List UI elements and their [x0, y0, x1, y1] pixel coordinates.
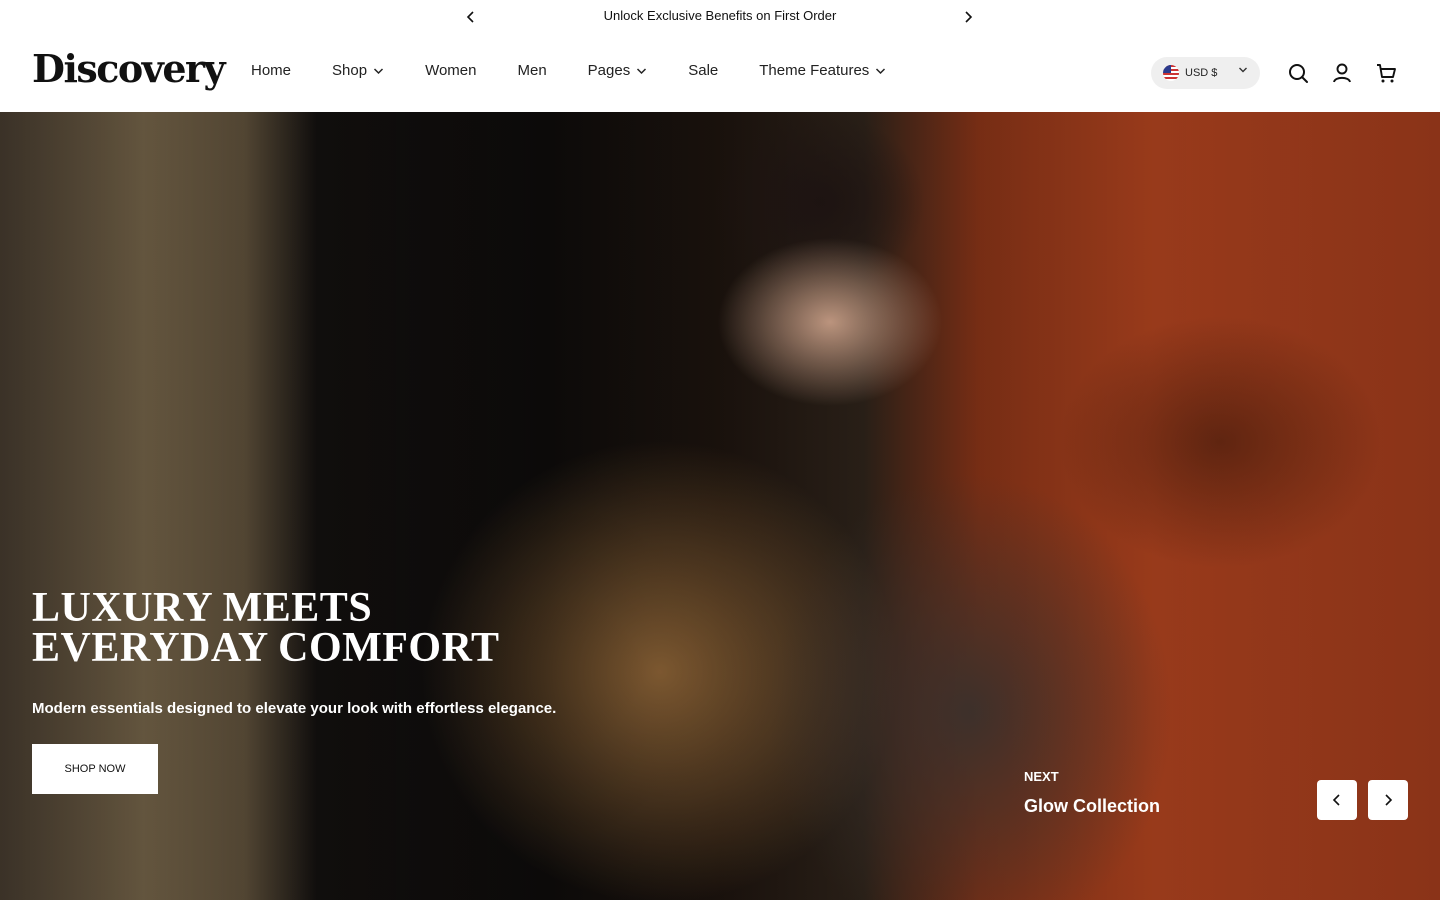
currency-selector[interactable]: USD $ — [1151, 57, 1260, 89]
nav-item-women[interactable]: Women — [425, 62, 476, 79]
currency-label: USD $ — [1185, 67, 1218, 79]
nav-item-label: Home — [251, 62, 292, 79]
next-slide-preview[interactable]: NEXT Glow Collection — [1024, 769, 1160, 817]
nav-item-shop[interactable]: Shop — [332, 62, 384, 79]
nav-item-pages[interactable]: Pages — [588, 62, 648, 79]
announcement-bar: Unlock Exclusive Benefits on First Order — [0, 0, 1440, 34]
cart-icon — [1377, 64, 1396, 83]
hero-title: LUXURY MEETS EVERYDAY COMFORT — [32, 585, 556, 671]
hero-title-line: EVERYDAY COMFORT — [32, 625, 500, 671]
chevron-right-icon — [1385, 794, 1393, 806]
hero-subtitle: Modern essentials designed to elevate yo… — [32, 700, 557, 717]
site-logo[interactable]: Discovery — [32, 46, 226, 91]
nav-item-label: Shop — [332, 62, 368, 79]
us-flag-icon — [1163, 65, 1179, 81]
next-slide-title: Glow Collection — [1024, 796, 1161, 816]
nav-item-label: Men — [517, 62, 547, 79]
nav-item-label: Sale — [688, 62, 719, 79]
nav-item-theme-features[interactable]: Theme Features — [759, 62, 886, 79]
account-button[interactable] — [1330, 61, 1354, 85]
announcement-next-button[interactable] — [957, 6, 979, 28]
hero-content: LUXURY MEETS EVERYDAY COMFORT Modern ess… — [32, 585, 557, 794]
hero-slideshow: LUXURY MEETS EVERYDAY COMFORT Modern ess… — [0, 112, 1440, 900]
chevron-down-icon — [636, 67, 647, 75]
chevron-down-icon — [1238, 66, 1248, 74]
nav-item-label: Women — [425, 62, 477, 79]
main-nav: Home Shop Women Men Pages Sale Theme Fea… — [251, 62, 927, 79]
slide-prev-button[interactable] — [1317, 780, 1357, 820]
search-button[interactable] — [1286, 61, 1310, 85]
chevron-down-icon — [373, 67, 384, 75]
chevron-right-icon — [965, 11, 973, 23]
chevron-left-icon — [1332, 794, 1340, 806]
site-header: Discovery Home Shop Women Men Pages Sale… — [0, 34, 1440, 112]
announcement-message: Unlock Exclusive Benefits on First Order — [603, 8, 837, 23]
nav-item-label: Theme Features — [759, 62, 870, 79]
nav-item-home[interactable]: Home — [251, 62, 291, 79]
nav-item-sale[interactable]: Sale — [688, 62, 718, 79]
hero-title-line: LUXURY MEETS — [32, 585, 373, 631]
search-icon — [1289, 64, 1308, 83]
nav-item-men[interactable]: Men — [517, 62, 546, 79]
shop-now-button[interactable]: SHOP NOW — [32, 744, 158, 794]
cart-button[interactable] — [1374, 61, 1398, 85]
slide-next-button[interactable] — [1368, 780, 1408, 820]
account-icon — [1333, 63, 1351, 83]
nav-item-label: Pages — [587, 62, 631, 79]
chevron-down-icon — [875, 67, 886, 75]
next-label: NEXT — [1024, 769, 1059, 784]
